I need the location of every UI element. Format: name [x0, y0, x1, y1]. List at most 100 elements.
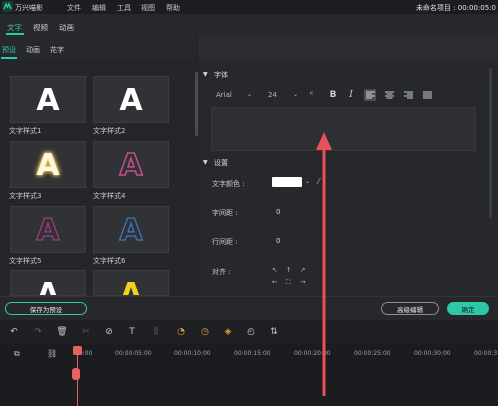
menu-help[interactable]: 帮助: [166, 3, 180, 13]
preset-preview: A: [119, 147, 144, 184]
adjust-icon[interactable]: ⇅: [268, 326, 280, 338]
playhead-handle[interactable]: [73, 346, 82, 355]
tick-label: 00:00:3: [474, 350, 498, 357]
top-tab-bar: [0, 14, 498, 36]
save-preset-button[interactable]: 保存为预设: [5, 302, 87, 315]
preset-label-5: 文字样式5: [9, 257, 42, 265]
tab-text[interactable]: 文字: [7, 22, 22, 33]
preset-preview: A: [36, 148, 60, 183]
menu-view[interactable]: 视图: [141, 3, 155, 13]
audio-icon[interactable]: ⫼: [150, 326, 162, 338]
confirm-button[interactable]: 确定: [447, 302, 489, 315]
align-justify-icon: [422, 91, 432, 99]
preset-preview: A: [119, 83, 143, 118]
app-name: 万兴喵影: [15, 4, 43, 12]
active-subtab-indicator: [1, 57, 17, 59]
clock-icon[interactable]: ◴: [245, 326, 257, 338]
preset-label-2: 文字样式2: [93, 127, 126, 135]
letter-spacing-icon[interactable]: ᴷ: [310, 90, 313, 99]
cut-icon[interactable]: ✂: [80, 326, 92, 338]
preset-tile-6[interactable]: A: [93, 206, 169, 253]
redo-icon[interactable]: ↷: [32, 326, 44, 338]
add-track-icon[interactable]: ⧉: [14, 349, 20, 359]
menu-edit[interactable]: 编辑: [92, 3, 106, 13]
link-icon[interactable]: ⛓: [47, 349, 57, 358]
align-right-button[interactable]: [402, 89, 414, 101]
align-label: 对齐 :: [212, 268, 231, 276]
text-color-label: 文字颜色 :: [212, 180, 245, 188]
font-size-select[interactable]: 24: [268, 91, 277, 99]
align-left-arrow-icon[interactable]: ←: [272, 278, 277, 286]
align-left-icon: [365, 91, 375, 99]
font-section-title: 字体: [214, 71, 228, 79]
timeline-ruler[interactable]: 00:00 00:00:05:00 00:00:10:00 00:00:15:0…: [68, 345, 498, 359]
speed-icon[interactable]: ◔: [175, 326, 187, 338]
delete-icon[interactable]: 🗑: [56, 326, 68, 338]
preset-tile-1[interactable]: A: [10, 76, 86, 123]
text-tool-icon[interactable]: T: [126, 326, 138, 338]
tick-label: 00:00:05:00: [115, 350, 152, 357]
align-right-icon: [403, 91, 413, 99]
preset-label-4: 文字样式4: [93, 192, 126, 200]
bold-button[interactable]: B: [327, 89, 339, 101]
tick-label: 00:00:10:00: [174, 350, 211, 357]
menu-file[interactable]: 文件: [67, 3, 81, 13]
preset-tile-7[interactable]: A: [10, 270, 86, 296]
preset-preview: A: [36, 277, 60, 296]
chevron-down-icon[interactable]: ⌄: [293, 91, 298, 98]
align-top-left-icon[interactable]: ↖: [272, 266, 277, 274]
advanced-edit-button[interactable]: 高级编辑: [381, 302, 439, 315]
preset-tile-4[interactable]: A: [93, 141, 169, 188]
preset-label-6: 文字样式6: [93, 257, 126, 265]
tab-animation[interactable]: 动画: [59, 22, 74, 33]
preset-tile-5[interactable]: A: [10, 206, 86, 253]
preset-tile-2[interactable]: A: [93, 76, 169, 123]
align-right-arrow-icon[interactable]: →: [300, 278, 305, 286]
timer-icon[interactable]: ◷: [199, 326, 211, 338]
char-spacing-value[interactable]: 0: [276, 208, 280, 216]
mute-icon[interactable]: ⊘: [103, 326, 115, 338]
tick-label: 00:00:25:00: [354, 350, 391, 357]
preset-tile-3[interactable]: A: [10, 141, 86, 188]
collapse-font-icon[interactable]: ▼: [203, 71, 208, 78]
subtab-animation[interactable]: 动画: [26, 45, 40, 55]
preset-preview: A: [119, 212, 143, 248]
preset-preview: A: [36, 83, 60, 118]
project-title: 未命名项目 : 00:00:05:0: [415, 4, 496, 12]
align-center-button[interactable]: [383, 89, 395, 101]
subtab-fancy-text[interactable]: 花字: [50, 45, 64, 55]
align-top-right-icon[interactable]: ↗: [300, 266, 305, 274]
line-spacing-value[interactable]: 0: [276, 237, 280, 245]
active-tab-indicator: [6, 33, 24, 35]
char-spacing-label: 字间距 :: [212, 209, 238, 217]
italic-button[interactable]: I: [345, 89, 357, 101]
preset-label-3: 文字样式3: [9, 192, 42, 200]
undo-icon[interactable]: ↶: [8, 326, 20, 338]
properties-scrollbar[interactable]: [489, 68, 492, 218]
align-justify-button[interactable]: [421, 89, 433, 101]
line-spacing-label: 行间距 :: [212, 238, 238, 246]
preset-preview: A: [119, 277, 143, 296]
align-center-icon: [384, 91, 394, 99]
text-input-area[interactable]: [211, 107, 476, 151]
align-center-icon[interactable]: ⛶: [286, 278, 291, 287]
collapse-settings-icon[interactable]: ▼: [203, 159, 208, 166]
chevron-down-icon[interactable]: ⌄: [247, 91, 252, 98]
alignment-grid[interactable]: ↖ ↑ ↗ ← ⛶ →: [272, 266, 308, 288]
tick-label: 00:00:15:00: [234, 350, 271, 357]
text-color-swatch[interactable]: [272, 177, 302, 187]
playhead-marker[interactable]: [72, 368, 80, 380]
preset-tile-8[interactable]: A: [93, 270, 169, 296]
annotation-arrow-icon: [316, 132, 332, 396]
font-family-select[interactable]: Arial: [216, 91, 232, 99]
align-left-button[interactable]: [364, 89, 376, 101]
align-top-icon[interactable]: ↑: [286, 266, 291, 274]
tab-video[interactable]: 视频: [33, 22, 48, 33]
subtab-presets[interactable]: 预设: [2, 45, 16, 55]
properties-header-strip: [198, 36, 498, 60]
app-logo-icon: [2, 1, 13, 12]
preset-preview: A: [36, 212, 60, 248]
menu-tools[interactable]: 工具: [117, 3, 131, 13]
keyframe-icon[interactable]: ◈: [222, 326, 234, 338]
preset-label-1: 文字样式1: [9, 127, 42, 135]
